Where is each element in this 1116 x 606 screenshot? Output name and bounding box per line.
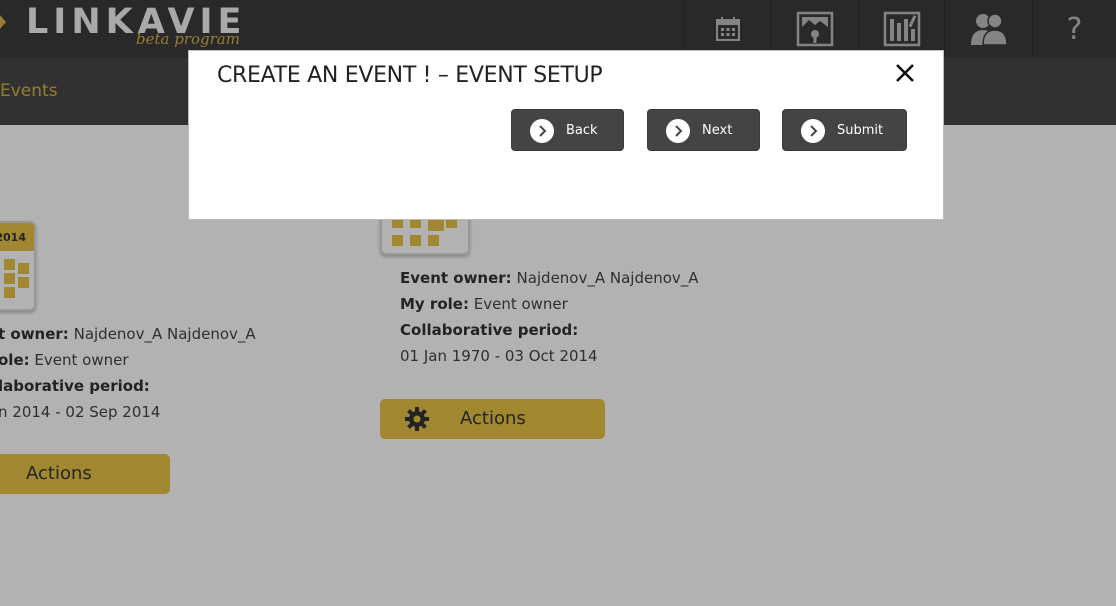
create-event-dialog: CREATE AN EVENT ! – EVENT SETUP Back Nex…	[188, 50, 944, 220]
chevron-right-circle-icon	[530, 119, 554, 143]
submit-button[interactable]: Submit	[782, 109, 907, 151]
dialog-title: CREATE AN EVENT ! – EVENT SETUP	[217, 63, 603, 88]
close-button[interactable]	[893, 61, 917, 85]
close-icon	[896, 64, 914, 82]
back-button[interactable]: Back	[511, 109, 624, 151]
submit-label: Submit	[837, 123, 884, 138]
chevron-right-circle-icon	[801, 119, 825, 143]
next-button[interactable]: Next	[647, 109, 760, 151]
next-label: Next	[702, 123, 733, 138]
chevron-right-circle-icon	[666, 119, 690, 143]
back-label: Back	[566, 123, 598, 138]
